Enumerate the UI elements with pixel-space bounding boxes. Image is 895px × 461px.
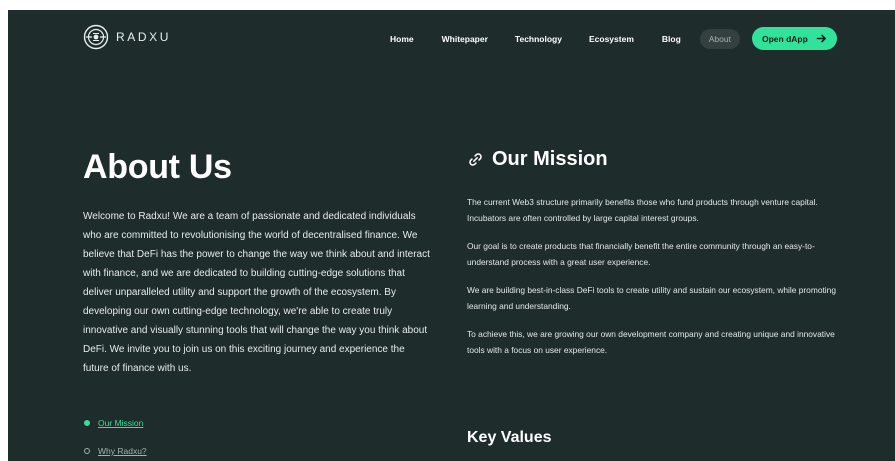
mission-paragraph: We are building best-in-class DeFi tools… (467, 285, 836, 311)
arrow-right-icon (816, 34, 826, 43)
toc-item-our-mission: Our Mission (84, 416, 147, 430)
top-navigation: RADXU Home Whitepaper Technology Ecosyst… (8, 10, 895, 66)
radxu-logo-icon (83, 24, 109, 50)
toc-active-dot (84, 420, 90, 426)
toc-link-why-radxu[interactable]: Why Radxu? (98, 446, 147, 456)
toc-item-why-radxu: Why Radxu? (84, 444, 147, 458)
key-values-heading: Key Values (467, 429, 552, 446)
page-frame: RADXU Home Whitepaper Technology Ecosyst… (8, 10, 895, 461)
nav-blog[interactable]: Blog (662, 34, 681, 44)
brand-logo-link[interactable]: RADXU (83, 24, 171, 50)
open-dapp-button[interactable]: Open dApp (751, 27, 837, 50)
mission-paragraph: To achieve this, we are growing our own … (467, 329, 835, 355)
section-toc: Our Mission Why Radxu? (84, 416, 147, 461)
nav-technology[interactable]: Technology (515, 34, 562, 44)
about-body-text: Welcome to Radxu! We are a team of passi… (83, 211, 430, 374)
mission-paragraph: The current Web3 structure primarily ben… (467, 197, 818, 223)
link-icon (469, 153, 482, 166)
nav-ecosystem[interactable]: Ecosystem (589, 34, 634, 44)
mission-paragraph: Our goal is to create products that fina… (467, 241, 815, 267)
toc-inactive-dot (84, 448, 90, 454)
mission-heading: Our Mission (467, 148, 608, 171)
nav-home[interactable]: Home (390, 34, 414, 44)
mission-content: The current Web3 structure primarily ben… (467, 194, 839, 370)
brand-name: RADXU (116, 30, 172, 44)
open-dapp-label: Open dApp (761, 33, 808, 44)
about-title: About Us (83, 148, 232, 186)
nav-whitepaper[interactable]: Whitepaper (442, 34, 488, 44)
main-menu: Home Whitepaper Technology Ecosystem Blo… (380, 27, 837, 50)
mission-heading-text: Our Mission (492, 148, 608, 170)
nav-about[interactable]: About (699, 28, 740, 49)
toc-link-our-mission[interactable]: Our Mission (98, 418, 143, 428)
